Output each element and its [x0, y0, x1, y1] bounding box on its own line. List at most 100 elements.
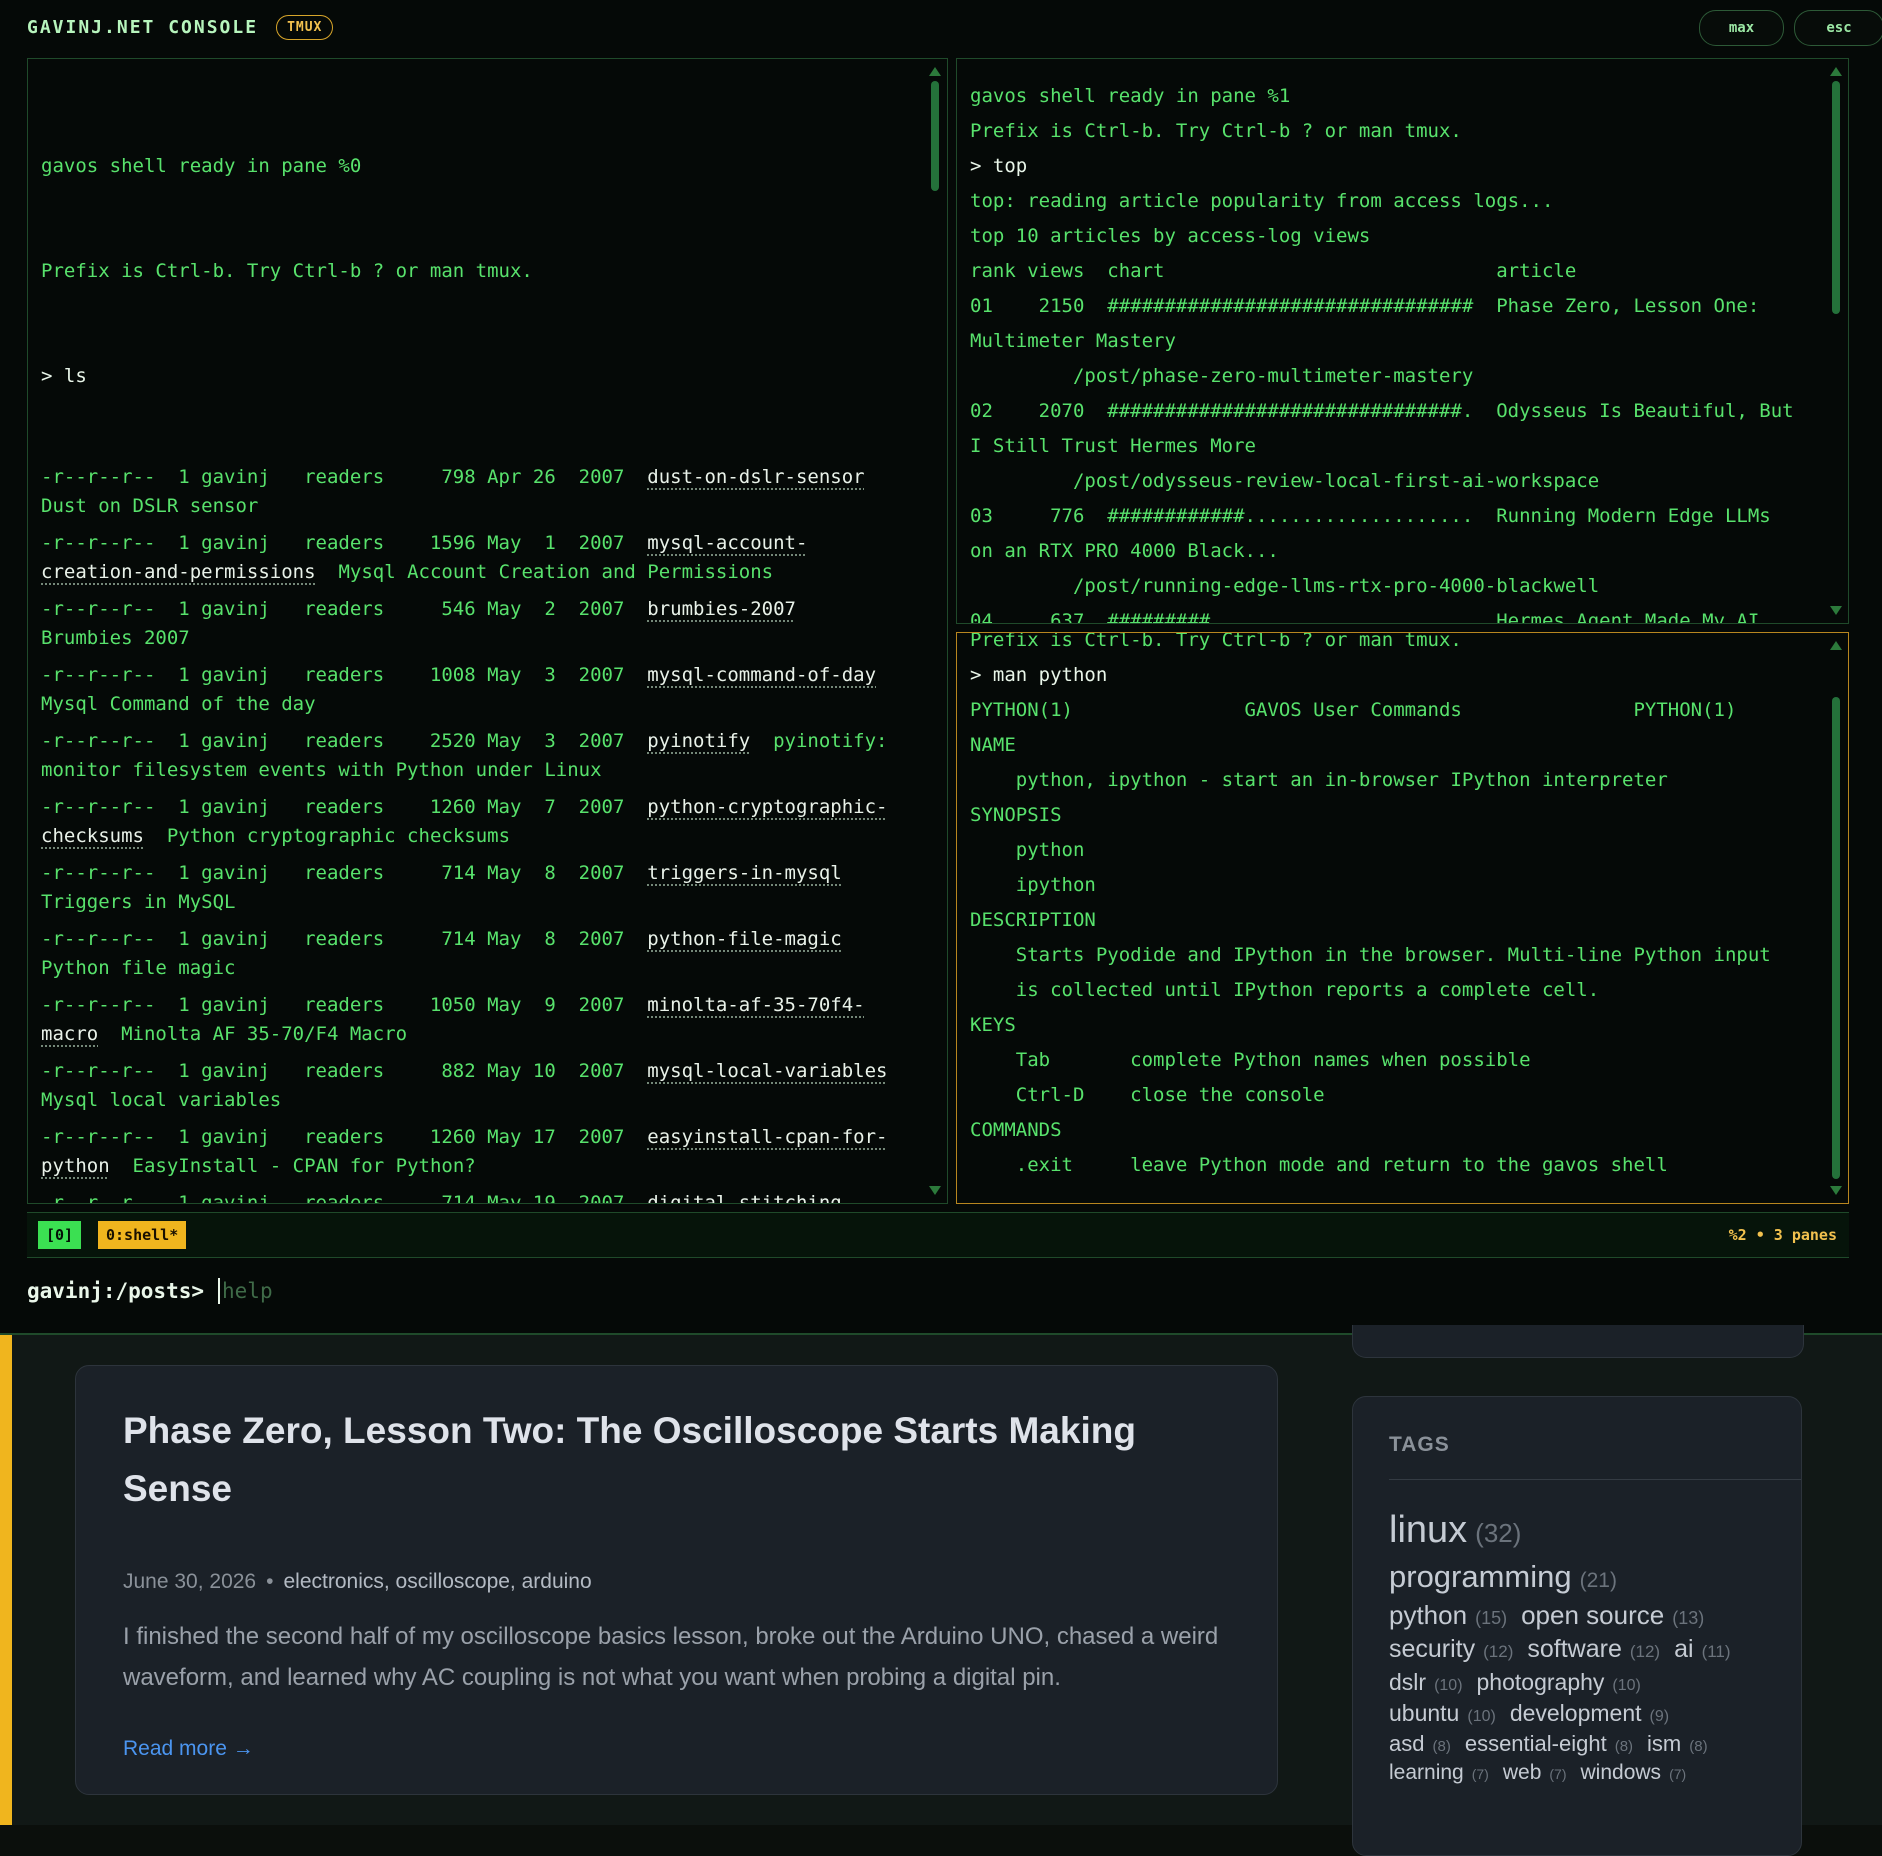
tag-count: (8)	[1432, 1738, 1451, 1756]
tag-count: (12)	[1483, 1642, 1514, 1662]
tag-link[interactable]: windows (7)	[1581, 1761, 1687, 1784]
ls-entry-continued: Triggers in MySQL	[41, 887, 917, 926]
tag-link[interactable]: ism (8)	[1647, 1731, 1708, 1756]
tag-link[interactable]: software (12)	[1527, 1635, 1660, 1663]
command-line: gavinj:/posts>	[27, 1276, 725, 1306]
scroll-up-arrow-icon[interactable]	[929, 67, 941, 76]
pane2-line: > man python	[970, 664, 1108, 686]
escape-button[interactable]: esc	[1794, 10, 1882, 46]
post-slug-link[interactable]: minolta-af-35-70f4-	[647, 994, 864, 1016]
tag-link[interactable]: dslr (10)	[1389, 1669, 1463, 1695]
tag-name: ism	[1647, 1731, 1682, 1757]
pane1-line: Prefix is Ctrl-b. Try Ctrl-b ? or man tm…	[970, 120, 1462, 142]
file-meta: -r--r--r-- 1 gavinj readers 882 May 10 2…	[41, 1060, 648, 1082]
pane2-line: SYNOPSIS	[970, 804, 1062, 826]
post-slug-link[interactable]: mysql-account-	[647, 532, 807, 554]
pane-0-command: > ls	[41, 365, 87, 387]
tag-count: (10)	[1612, 1676, 1641, 1694]
tag-name: ubuntu	[1389, 1700, 1460, 1727]
shell-prompt: gavinj:/posts>	[27, 1279, 205, 1303]
post-slug-link[interactable]: checksums	[41, 825, 144, 847]
pane-2-scrollbar[interactable]	[1830, 641, 1842, 1195]
tag-link[interactable]: asd (8)	[1389, 1731, 1451, 1756]
post-slug-link[interactable]: python	[41, 1155, 110, 1177]
tag-link[interactable]: linux (32)	[1389, 1509, 1521, 1551]
post-slug-link[interactable]: macro	[41, 1023, 98, 1045]
scroll-down-arrow-icon[interactable]	[1830, 606, 1842, 615]
command-input[interactable]	[218, 1278, 725, 1304]
post-slug-link[interactable]: mysql-command-of-day	[647, 664, 876, 686]
scroll-down-arrow-icon[interactable]	[929, 1186, 941, 1195]
pane2-line: Ctrl-D close the console	[970, 1084, 1325, 1106]
read-more-link[interactable]: Read more →	[123, 1737, 254, 1761]
pane-0-scrollbar[interactable]	[929, 67, 941, 1195]
tag-name: essential-eight	[1464, 1731, 1607, 1757]
post-title[interactable]: Phase Zero, Lesson Two: The Oscilloscope…	[123, 1402, 1163, 1518]
pane1-line: /post/odysseus-review-local-first-ai-wor…	[970, 470, 1600, 492]
pane-1-scrollbar[interactable]	[1830, 67, 1842, 615]
post-slug-link[interactable]: easyinstall-cpan-for-	[647, 1126, 887, 1148]
file-meta: -r--r--r-- 1 gavinj readers 1260 May 7 2…	[41, 796, 648, 818]
scrollbar-thumb[interactable]	[931, 81, 939, 191]
tag-link[interactable]: essential-eight (8)	[1465, 1731, 1633, 1756]
tag-link[interactable]: learning (7)	[1389, 1761, 1489, 1784]
pane-2-active[interactable]: Prefix is Ctrl-b. Try Ctrl-b ? or man tm…	[956, 632, 1849, 1204]
post-excerpt: I finished the second half of my oscillo…	[123, 1623, 1219, 1691]
pane-1[interactable]: gavos shell ready in pane %1 Prefix is Ct…	[956, 58, 1849, 624]
sidebar-card	[1352, 1325, 1804, 1358]
tag-row: asd (8) essential-eight (8) ism (8)	[1389, 1729, 1801, 1759]
tag-link[interactable]: web (7)	[1503, 1761, 1567, 1784]
scroll-up-arrow-icon[interactable]	[1830, 67, 1842, 76]
maximize-button[interactable]: max	[1699, 10, 1784, 46]
file-meta: -r--r--r-- 1 gavinj readers 2520 May 3 2…	[41, 730, 648, 752]
pane1-line: > top	[970, 155, 1028, 177]
ls-entry: -r--r--r-- 1 gavinj readers 546 May 2 20…	[41, 596, 917, 623]
tag-link[interactable]: open source (13)	[1521, 1600, 1705, 1630]
pane1-line: 01 2150 ################################…	[970, 295, 1760, 317]
tag-count: (10)	[1434, 1676, 1463, 1694]
ls-entry-continued: Brumbies 2007	[41, 623, 917, 662]
tag-row: learning (7) web (7) windows (7)	[1389, 1759, 1801, 1787]
file-title: Mysql local variables	[41, 1089, 282, 1111]
post-tags[interactable]: electronics, oscilloscope, arduino	[283, 1570, 591, 1593]
scroll-down-arrow-icon[interactable]	[1830, 1186, 1842, 1195]
pane2-line: DESCRIPTION	[970, 909, 1096, 931]
window-tab-shell[interactable]: 0:shell*	[98, 1221, 187, 1249]
file-title: pyinotify:	[750, 730, 888, 752]
post-slug-link[interactable]: pyinotify	[647, 730, 750, 752]
tag-link[interactable]: python (15)	[1389, 1600, 1507, 1630]
window-index[interactable]: [0]	[38, 1221, 82, 1249]
ls-entry: -r--r--r-- 1 gavinj readers 1260 May 17 …	[41, 1124, 917, 1151]
post-slug-link[interactable]: dust-on-dslr-sensor	[647, 466, 864, 488]
tmux-badge: TMUX	[276, 14, 334, 40]
scroll-up-arrow-icon[interactable]	[1830, 641, 1842, 650]
pane2-line: COMMANDS	[970, 1119, 1062, 1141]
tag-link[interactable]: photography (10)	[1477, 1669, 1641, 1695]
file-title: Minolta AF 35-70/F4 Macro	[121, 1023, 408, 1045]
tag-count: (21)	[1579, 1569, 1617, 1593]
post-slug-link[interactable]: triggers-in-mysql	[647, 862, 841, 884]
tag-name: security	[1389, 1635, 1476, 1664]
post-slug-link[interactable]: python-file-magic	[647, 928, 841, 950]
scrollbar-thumb[interactable]	[1832, 696, 1840, 1179]
post-slug-link[interactable]: creation-and-permissions	[41, 561, 316, 583]
post-slug-link[interactable]: python-cryptographic-	[647, 796, 887, 818]
tag-link[interactable]: security (12)	[1389, 1635, 1514, 1663]
tag-link[interactable]: development (9)	[1510, 1700, 1669, 1726]
tag-link[interactable]: ai (11)	[1674, 1635, 1731, 1663]
tag-row: ubuntu (10) development (9)	[1389, 1698, 1801, 1729]
post-slug-link[interactable]: mysql-local-variables	[647, 1060, 887, 1082]
pane-0-output: gavos shell ready in pane %0 Prefix is C…	[41, 79, 917, 1203]
tag-count: (13)	[1672, 1608, 1705, 1629]
pane-0[interactable]: gavos shell ready in pane %0 Prefix is C…	[27, 58, 948, 1204]
tag-count: (11)	[1701, 1642, 1731, 1662]
tag-count: (7)	[1549, 1765, 1567, 1782]
file-meta: -r--r--r-- 1 gavinj readers 1008 May 3 2…	[41, 664, 648, 686]
post-slug-link[interactable]: digital-stitching	[647, 1192, 841, 1203]
tag-link[interactable]: ubuntu (10)	[1389, 1700, 1496, 1726]
tags-card: TAGS linux (32) programming (21) python (15) o…	[1352, 1396, 1802, 1856]
tag-link[interactable]: programming (21)	[1389, 1559, 1617, 1594]
scrollbar-thumb[interactable]	[1832, 81, 1840, 315]
post-slug-link[interactable]: brumbies-2007	[647, 598, 796, 620]
accent-bar	[0, 1335, 12, 1825]
